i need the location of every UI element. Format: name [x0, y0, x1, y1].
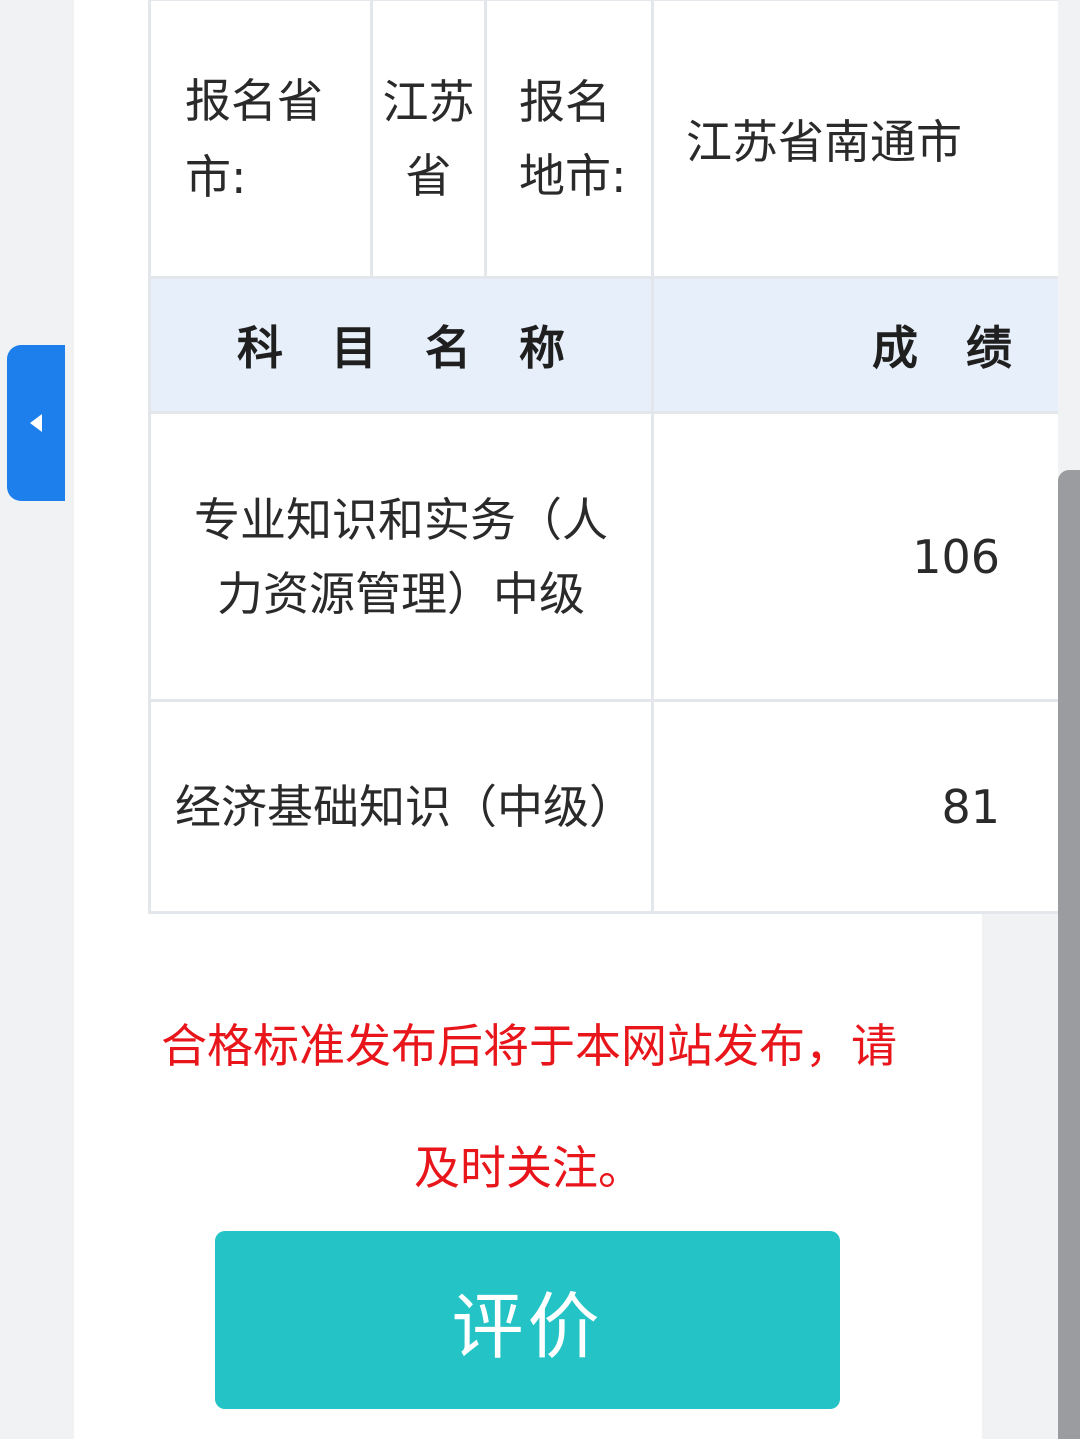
- evaluate-button[interactable]: 评价: [215, 1231, 840, 1409]
- side-drawer-toggle[interactable]: [7, 345, 65, 501]
- city-label: 报名地市:: [484, 0, 654, 279]
- table-header-row: 科目名称 成绩: [148, 276, 1063, 414]
- location-row: 报名省市: 江苏省 报名地市: 江苏省南通市: [148, 0, 1063, 279]
- province-label: 报名省市:: [148, 0, 373, 279]
- score-table: 报名省市: 江苏省 报名地市: 江苏省南通市 科目名称 成绩 专业知识和实务（人…: [148, 0, 1063, 914]
- table-row: 专业知识和实务（人力资源管理）中级 106: [148, 411, 1063, 702]
- subject-header: 科目名称: [148, 276, 654, 414]
- scrollbar-thumb[interactable]: [1058, 470, 1080, 1439]
- table-row: 经济基础知识（中级） 81: [148, 699, 1063, 914]
- chevron-left-icon: [28, 412, 44, 434]
- city-value: 江苏省南通市: [651, 0, 1063, 279]
- subject-name: 经济基础知识（中级）: [148, 699, 654, 914]
- province-value: 江苏省: [370, 0, 487, 279]
- subject-name: 专业知识和实务（人力资源管理）中级: [148, 411, 654, 702]
- score-value: 106: [651, 411, 1063, 702]
- score-value: 81: [651, 699, 1063, 914]
- score-header: 成绩: [651, 276, 1063, 414]
- notice-text: 合格标准发布后将于本网站发布，请及时关注。: [161, 1019, 897, 1195]
